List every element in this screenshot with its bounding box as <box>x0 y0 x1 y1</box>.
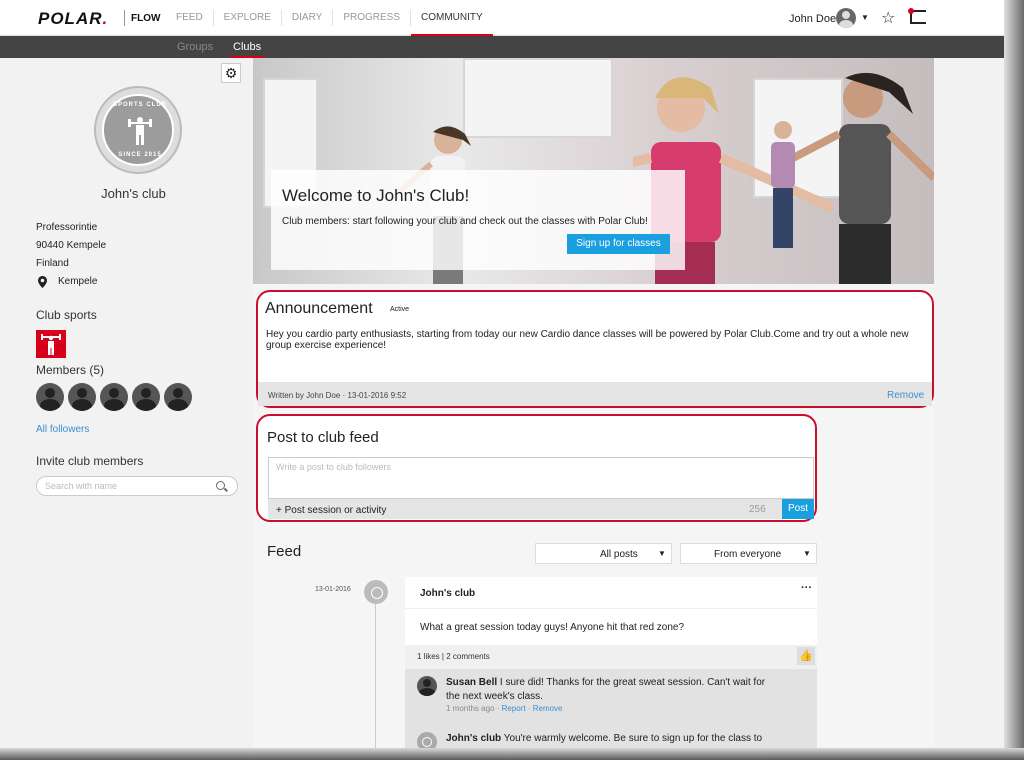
members-title: Members (5) <box>36 363 105 377</box>
post-title: Post to club feed <box>267 429 379 446</box>
location-pin-icon <box>38 276 47 288</box>
sign-up-classes-button[interactable]: Sign up for classes <box>567 234 670 254</box>
post-filter-select[interactable]: All posts ▼ <box>535 543 672 564</box>
nav-explore[interactable]: EXPLORE <box>214 10 282 26</box>
user-name[interactable]: John Doe <box>789 13 836 25</box>
nav-community[interactable]: COMMUNITY <box>411 10 493 36</box>
top-navigation: POLAR. FLOW FEED EXPLORE DIARY PROGRESS … <box>0 0 1024 36</box>
logo-separator <box>124 10 125 26</box>
chevron-down-icon[interactable]: ▼ <box>861 13 869 22</box>
weightlifter-icon <box>128 117 152 145</box>
member-avatar[interactable] <box>68 383 96 411</box>
author-filter-select[interactable]: From everyone ▼ <box>680 543 817 564</box>
remove-announcement-link[interactable]: Remove <box>887 390 924 401</box>
frame-shadow-right <box>1004 0 1024 760</box>
notification-dot <box>908 8 914 14</box>
post-button[interactable]: Post <box>782 499 814 519</box>
announcement-text: Hey you cardio party enthusiasts, starti… <box>266 329 909 351</box>
address-country: Finland <box>36 258 69 269</box>
club-timeline-icon <box>364 580 388 604</box>
chevron-down-icon: ▼ <box>658 549 666 558</box>
feed-card-author[interactable]: John's club <box>420 588 475 599</box>
welcome-title: Welcome to John's Club! <box>282 186 470 205</box>
announcement-title: Announcement <box>265 300 373 317</box>
commenter-avatar[interactable] <box>417 676 437 696</box>
dancer-figure <box>793 72 934 284</box>
address-street: Professorintie <box>36 222 98 233</box>
welcome-text: Club members: start following your club … <box>282 216 648 227</box>
subnav-groups[interactable]: Groups <box>177 41 213 53</box>
gear-icon[interactable]: ⚙ <box>221 63 241 83</box>
address-postal: 90440 Kempele <box>36 240 107 251</box>
post-placeholder: Write a post to club followers <box>276 462 391 472</box>
member-avatar[interactable] <box>164 383 192 411</box>
nav-diary[interactable]: DIARY <box>282 10 334 26</box>
user-avatar[interactable] <box>836 8 856 28</box>
member-avatar[interactable] <box>36 383 64 411</box>
timeline-line <box>375 604 376 760</box>
card-divider <box>405 608 817 609</box>
invite-title: Invite club members <box>36 454 144 468</box>
flow-label: FLOW <box>131 13 161 24</box>
all-followers-link[interactable]: All followers <box>36 424 89 435</box>
announcement-author: Written by John Doe · 13-01-2016 9:52 <box>268 391 407 400</box>
club-sports-title: Club sports <box>36 308 97 322</box>
member-search-input[interactable]: Search with name <box>36 476 238 496</box>
sport-fitness-icon[interactable] <box>36 330 66 358</box>
comment-time: 1 months ago · <box>446 704 502 713</box>
comment-meta: 1 months ago · Report · Remove <box>446 704 563 713</box>
comment-text: Susan Bell I sure did! Thanks for the gr… <box>446 676 776 704</box>
subnav-clubs[interactable]: Clubs <box>229 41 265 58</box>
nav-progress[interactable]: PROGRESS <box>333 10 411 26</box>
frame-shadow-bottom <box>0 748 1024 760</box>
sub-navigation: Groups Clubs <box>0 36 1024 58</box>
search-placeholder: Search with name <box>45 481 118 491</box>
post-filter-value: All posts <box>600 549 638 560</box>
member-avatar[interactable] <box>100 383 128 411</box>
comment-author[interactable]: John's club <box>446 733 501 744</box>
location-text: Kempele <box>58 276 98 287</box>
author-filter-value: From everyone <box>714 549 782 560</box>
main-nav: FEED EXPLORE DIARY PROGRESS COMMUNITY <box>166 0 493 36</box>
likes-comments-count[interactable]: 1 likes | 2 comments <box>417 652 490 661</box>
polar-logo[interactable]: POLAR. <box>38 9 108 29</box>
char-count: 256 <box>749 504 766 515</box>
chevron-down-icon: ▼ <box>803 549 811 558</box>
club-name: John's club <box>101 186 166 201</box>
search-icon[interactable] <box>216 481 225 490</box>
nav-feed[interactable]: FEED <box>166 10 214 26</box>
more-options-icon[interactable]: ··· <box>801 582 812 594</box>
member-avatar[interactable] <box>132 383 160 411</box>
remove-comment-link[interactable]: Remove <box>533 704 563 713</box>
member-avatars <box>36 383 192 411</box>
meta-separator: · <box>525 704 533 713</box>
club-badge: SPORTS CLUB SINCE 2015 <box>94 86 182 174</box>
star-icon[interactable]: ☆ <box>881 8 895 28</box>
status-badge: Active <box>390 306 410 313</box>
comment-author[interactable]: Susan Bell <box>446 677 497 688</box>
report-comment-link[interactable]: Report <box>502 704 526 713</box>
dancer-figure <box>771 121 795 248</box>
thumbs-up-icon[interactable]: 👍 <box>797 647 815 665</box>
post-session-link[interactable]: + Post session or activity <box>276 505 386 516</box>
feed-entry-date: 13-01-2016 <box>315 586 351 593</box>
feed-title: Feed <box>267 543 302 560</box>
badge-bottom-text: SINCE 2015 <box>118 152 162 158</box>
badge-top-text: SPORTS CLUB <box>112 102 167 108</box>
feed-card-text: What a great session today guys! Anyone … <box>420 622 685 633</box>
